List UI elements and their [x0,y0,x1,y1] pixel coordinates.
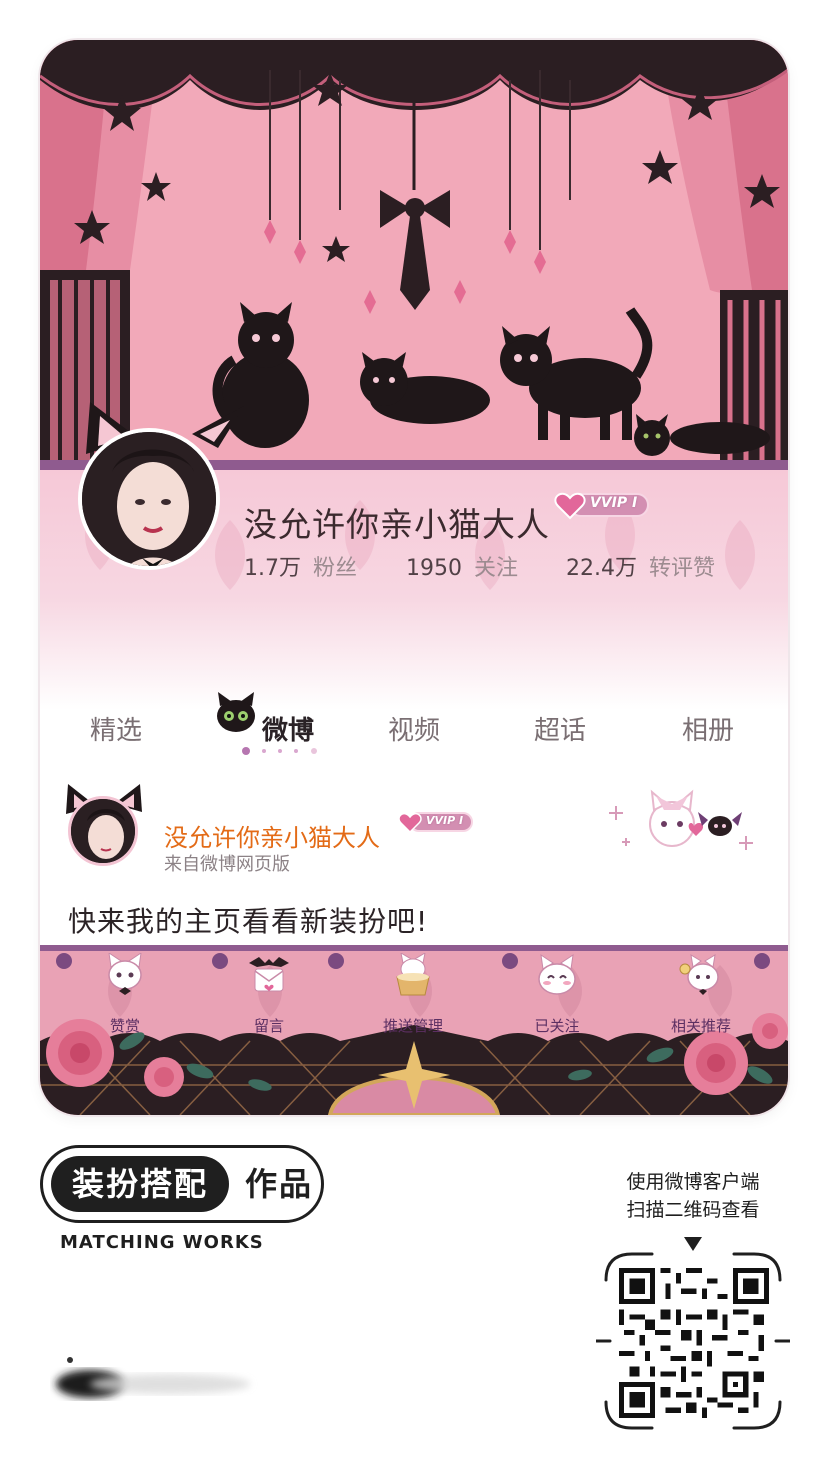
kitty-happy-icon [538,953,576,995]
profile-stats: 1.7万 粉丝 1950 关注 22.4万 转评赞 [244,550,764,582]
page: 没允许你亲小猫大人 VVIP I 1.7万 粉丝 1950 关注 22.4万 转评赞 … [0,0,826,1470]
stat-following-label: 关注 [474,556,519,581]
action-following[interactable]: 已关注 [502,953,612,1043]
qr-instructions: 使用微博客户端 扫描二维码查看 [600,1168,786,1224]
action-bar: 赞赏 留言 推送管理 已关注 相关推荐 [40,945,788,1115]
profile-name: 没允许你亲小猫大人 [244,505,550,544]
bat-letter-icon [249,957,289,992]
vvip-label: VVIP I [590,495,638,511]
action-recommendations[interactable]: 相关推荐 [646,953,756,1043]
post-author-name[interactable]: 没允许你亲小猫大人 [164,818,380,853]
action-push-settings[interactable]: 推送管理 [358,953,468,1043]
stat-fans[interactable]: 1.7万 粉丝 [244,550,357,582]
post-source: 来自微博网页版 [164,854,290,875]
avatar-photo [78,428,220,570]
action-reward-label: 赞赏 [109,1017,140,1035]
action-following-label: 已关注 [534,1017,580,1035]
kitty-bat-sticker-icon [609,789,753,850]
action-message[interactable]: 留言 [214,953,324,1043]
post-content: 快来我的主页看看新装扮吧! [68,905,429,938]
profile-card: 没允许你亲小猫大人 VVIP I 1.7万 粉丝 1950 关注 22.4万 转评赞 … [40,40,788,1115]
stat-interactions-count: 22.4万 [566,556,637,581]
profile-tabs: 精选 微博 视频 超话 相册 [40,692,788,762]
tab-super-topic[interactable]: 超话 [510,710,610,747]
stat-following[interactable]: 1950 关注 [406,550,518,582]
kitty-mirror-icon [679,954,719,995]
qr-code[interactable] [619,1268,769,1418]
action-reward[interactable]: 赞赏 [70,953,180,1043]
stat-following-count: 1950 [406,556,462,581]
brand-logo-primary: 装扮搭配 [51,1156,229,1212]
brand-logo-secondary: 作品 [244,1165,313,1203]
post-vvip-badge[interactable]: VVIP I [398,810,474,834]
post-avatar[interactable] [62,782,146,866]
tab-weibo[interactable]: 微博 [238,710,338,747]
qr-instructions-line1: 使用微博客户端 [626,1171,760,1193]
kitty-cup-icon [396,953,430,996]
action-message-label: 留言 [253,1017,284,1035]
tab-video[interactable]: 视频 [364,710,464,747]
blurred-watermark [56,1357,250,1398]
stat-fans-count: 1.7万 [244,556,301,581]
brand-subtitle: MATCHING WORKS [60,1232,264,1253]
post-avatar-photo [68,796,138,866]
active-tab-indicator [242,747,317,755]
brand-logo: 装扮搭配 作品 [40,1145,324,1223]
profile-avatar[interactable] [68,398,254,578]
post-vvip-label: VVIP I [426,814,464,827]
action-push-settings-label: 推送管理 [382,1017,443,1035]
action-recommendations-label: 相关推荐 [670,1017,731,1035]
stat-interactions-label: 转评赞 [649,556,716,581]
tab-album[interactable]: 相册 [658,710,758,747]
vvip-badge[interactable]: VVIP I [554,490,650,520]
stat-fans-label: 粉丝 [313,556,358,581]
tab-featured[interactable]: 精选 [66,710,166,747]
stat-interactions[interactable]: 22.4万 转评赞 [566,550,715,582]
qr-instructions-line2: 扫描二维码查看 [626,1199,760,1221]
kitty-bow-icon [108,953,142,995]
weibo-post: 没允许你亲小猫大人 VVIP I 来自微博网页版 快来我的主页看看新装扮吧! [40,770,788,950]
